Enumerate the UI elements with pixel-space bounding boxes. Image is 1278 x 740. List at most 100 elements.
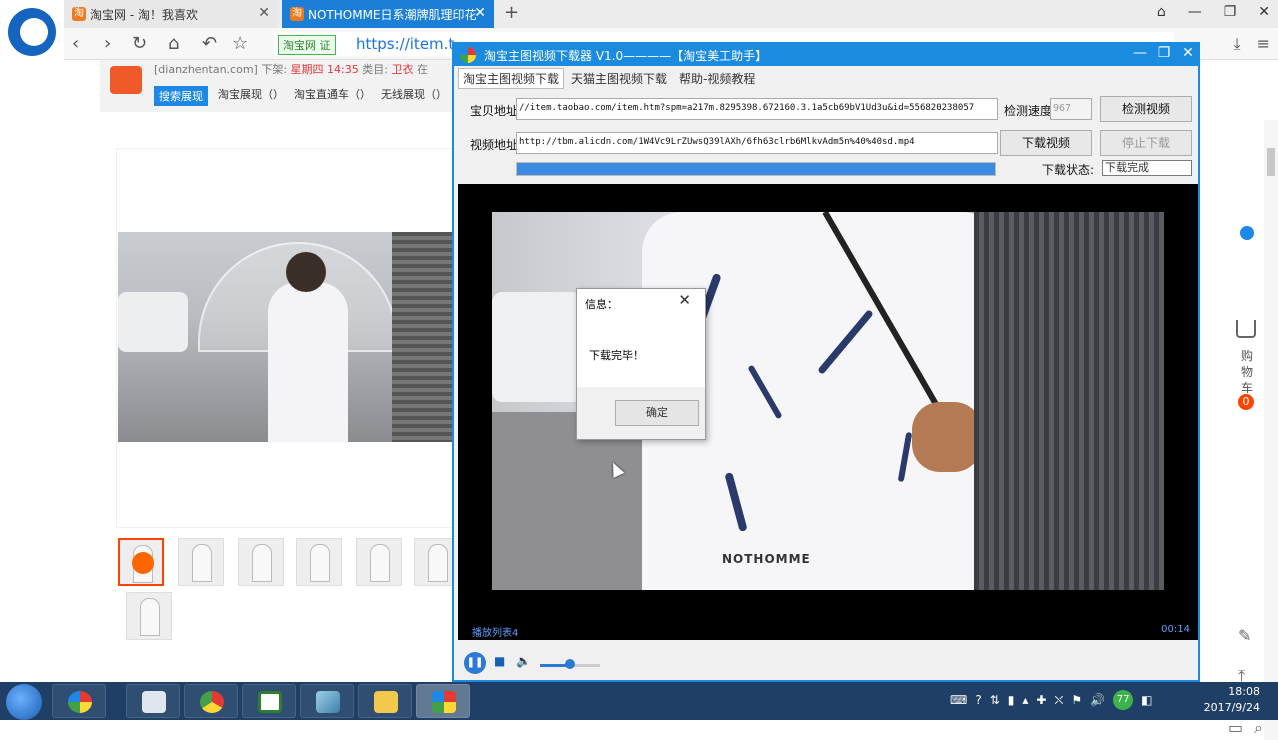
help-icon[interactable]: ?	[975, 693, 981, 707]
usb-icon[interactable]: ▮	[1008, 693, 1015, 707]
detect-video-button[interactable]: 检测视频	[1100, 96, 1192, 122]
security-icon[interactable]: ✚	[1036, 693, 1046, 707]
tab-bar: 淘 淘宝网 - 淘！我喜欢 ✕ 淘 NOTHOMME日系潮牌肌理印花 ✕ + ⌂…	[64, 0, 1278, 28]
speaker-icon[interactable]: 🔊	[1090, 693, 1105, 707]
tab-taobao-download[interactable]: 淘宝主图视频下载	[458, 68, 565, 89]
system-tray: ⌨ ? ⇅ ▮ ▴ ✚ ⛌ ⚑ 🔊 77 ◧	[950, 690, 1152, 710]
reload-icon[interactable]: ↻	[132, 33, 147, 54]
start-button[interactable]	[6, 684, 42, 720]
thumbnail[interactable]	[126, 592, 172, 640]
edit-icon[interactable]: ✎	[1238, 626, 1251, 645]
main-product-photo[interactable]	[118, 232, 452, 442]
taskbar-app-explorer[interactable]	[358, 684, 412, 718]
thumbnail[interactable]	[178, 538, 224, 586]
star-icon[interactable]: ☆	[232, 33, 248, 54]
battery-badge[interactable]: 77	[1113, 690, 1134, 710]
thumbnail[interactable]	[356, 538, 402, 586]
taskbar-app-camtasia[interactable]	[242, 684, 296, 718]
maximize-icon[interactable]: ❐	[1224, 4, 1237, 20]
playlist-label[interactable]: 播放列表4	[472, 624, 518, 639]
undo-icon[interactable]: ↶	[202, 33, 217, 54]
status-value: 下载完成	[1102, 160, 1192, 176]
taskbar-app-pinwheel[interactable]	[52, 684, 106, 718]
person-shape	[268, 282, 348, 442]
cart-icon[interactable]	[1236, 320, 1256, 338]
search-tab[interactable]: 淘宝展现（）	[218, 86, 284, 106]
thumbnail[interactable]	[296, 538, 342, 586]
minimize-icon[interactable]: —	[1188, 4, 1202, 20]
close-icon[interactable]: ✕	[1258, 4, 1270, 20]
ok-button[interactable]: 确定	[615, 400, 699, 426]
search-tab[interactable]: 搜索展现	[154, 86, 208, 106]
info-dialog: 信息： ✕ 下载完毕！ 确定	[576, 288, 706, 440]
scrollbar-thumb[interactable]	[1267, 148, 1275, 176]
stop-icon[interactable]: ■	[494, 654, 505, 668]
new-tab-button[interactable]: +	[504, 2, 519, 23]
page-scrollbar[interactable]	[1264, 120, 1278, 740]
download-icon[interactable]: ⤓	[1234, 34, 1241, 54]
volume-icon[interactable]: 🔈	[516, 654, 531, 668]
taskbar-clock[interactable]: 18:08 2017/9/24	[1204, 684, 1260, 716]
tab-label: NOTHOMME日系潮牌肌理印花	[308, 8, 477, 22]
shirt-icon[interactable]: ⌂	[1157, 4, 1166, 20]
download-video-button[interactable]: 下载视频	[1000, 130, 1092, 156]
hand-shape	[912, 402, 982, 472]
browser-window-controls: ⌂ — ❐ ✕	[1157, 4, 1270, 20]
volume-knob[interactable]	[565, 659, 575, 669]
category-label: 类目:	[362, 63, 388, 76]
browser-logo-icon[interactable]	[8, 8, 56, 56]
dialog-title: 信息：	[585, 298, 618, 311]
back-icon[interactable]: ‹	[72, 33, 79, 54]
window-icon[interactable]: ▭	[1228, 718, 1243, 737]
taskbar-app-downloader[interactable]	[416, 684, 470, 718]
status-label: 下载状态:	[1042, 163, 1095, 177]
close-icon[interactable]: ✕	[1178, 45, 1198, 61]
home-icon[interactable]: ⌂	[168, 33, 179, 54]
item-url-field[interactable]: //item.taobao.com/item.htm?spm=a217m.829…	[516, 98, 998, 120]
url-text[interactable]: https://item.t	[356, 35, 454, 53]
video-url-label: 视频地址	[470, 138, 519, 152]
network-icon[interactable]: ⛌	[1054, 693, 1063, 708]
video-player[interactable]: NOTHOMME 播放列表4 00:14	[458, 184, 1198, 640]
window-title: 淘宝主图视频下载器 V1.0————【淘宝美工助手】	[484, 49, 768, 63]
search-tab[interactable]: 淘宝直通车（）	[294, 86, 371, 106]
expand-tray-icon[interactable]: ▴	[1022, 693, 1028, 707]
app-icon	[460, 47, 476, 63]
taskbar-app-notepad[interactable]	[126, 684, 180, 718]
pause-icon[interactable]: ❚❚	[464, 652, 486, 674]
browser-toolbar-right: ⤓ ≡	[1234, 34, 1270, 54]
maximize-icon[interactable]: ❐	[1154, 45, 1174, 61]
app-tray-icon[interactable]: ◧	[1141, 693, 1152, 707]
taskbar-app-chrome[interactable]	[184, 684, 238, 718]
search-tab[interactable]: 无线展现（）	[381, 86, 447, 106]
tab-label: 淘宝网 - 淘！我喜欢	[90, 8, 198, 22]
shutter-shape	[392, 232, 452, 442]
menu-icon[interactable]: ≡	[1257, 34, 1270, 54]
close-icon[interactable]: ✕	[474, 5, 486, 21]
tab-taobao-home[interactable]: 淘 淘宝网 - 淘！我喜欢 ✕	[64, 0, 278, 28]
downloader-titlebar[interactable]: 淘宝主图视频下载器 V1.0————【淘宝美工助手】 — ❐ ✕	[454, 44, 1198, 66]
search-icon[interactable]: ⌕	[1254, 718, 1263, 738]
forward-icon[interactable]: ›	[104, 33, 111, 54]
cart-label[interactable]: 购物车	[1241, 348, 1253, 396]
thumbnail[interactable]	[238, 538, 284, 586]
tab-tmall-download[interactable]: 天猫主图视频下载	[566, 68, 672, 89]
taskbar-app-media[interactable]	[300, 684, 354, 718]
stop-download-button[interactable]: 停止下载	[1100, 130, 1192, 156]
wifi-icon[interactable]: ⇅	[990, 693, 1000, 707]
close-icon[interactable]: ✕	[258, 5, 270, 21]
verified-badge: 淘宝网 证	[278, 35, 336, 55]
clock-date: 2017/9/24	[1203, 701, 1260, 714]
close-icon[interactable]: ✕	[678, 291, 691, 309]
keyboard-icon[interactable]: ⌨	[950, 693, 967, 707]
badge-icon[interactable]	[1240, 226, 1254, 240]
flag-icon[interactable]: ⚑	[1071, 693, 1082, 707]
shop-logo-icon	[110, 66, 142, 94]
search-tabs: 搜索展现 淘宝展现（） 淘宝直通车（） 无线展现（）	[154, 86, 447, 106]
tab-help[interactable]: 帮助-视频教程	[674, 68, 760, 89]
minimize-icon[interactable]: —	[1130, 45, 1150, 61]
shop-line: [dianzhentan.com] 下架:	[154, 63, 288, 76]
thumbnail-video[interactable]	[118, 538, 164, 586]
tab-item-page[interactable]: 淘 NOTHOMME日系潮牌肌理印花 ✕	[282, 0, 494, 28]
video-url-field[interactable]: http://tbm.alicdn.com/1W4Vc9LrZUwsQ39lAX…	[516, 132, 998, 154]
